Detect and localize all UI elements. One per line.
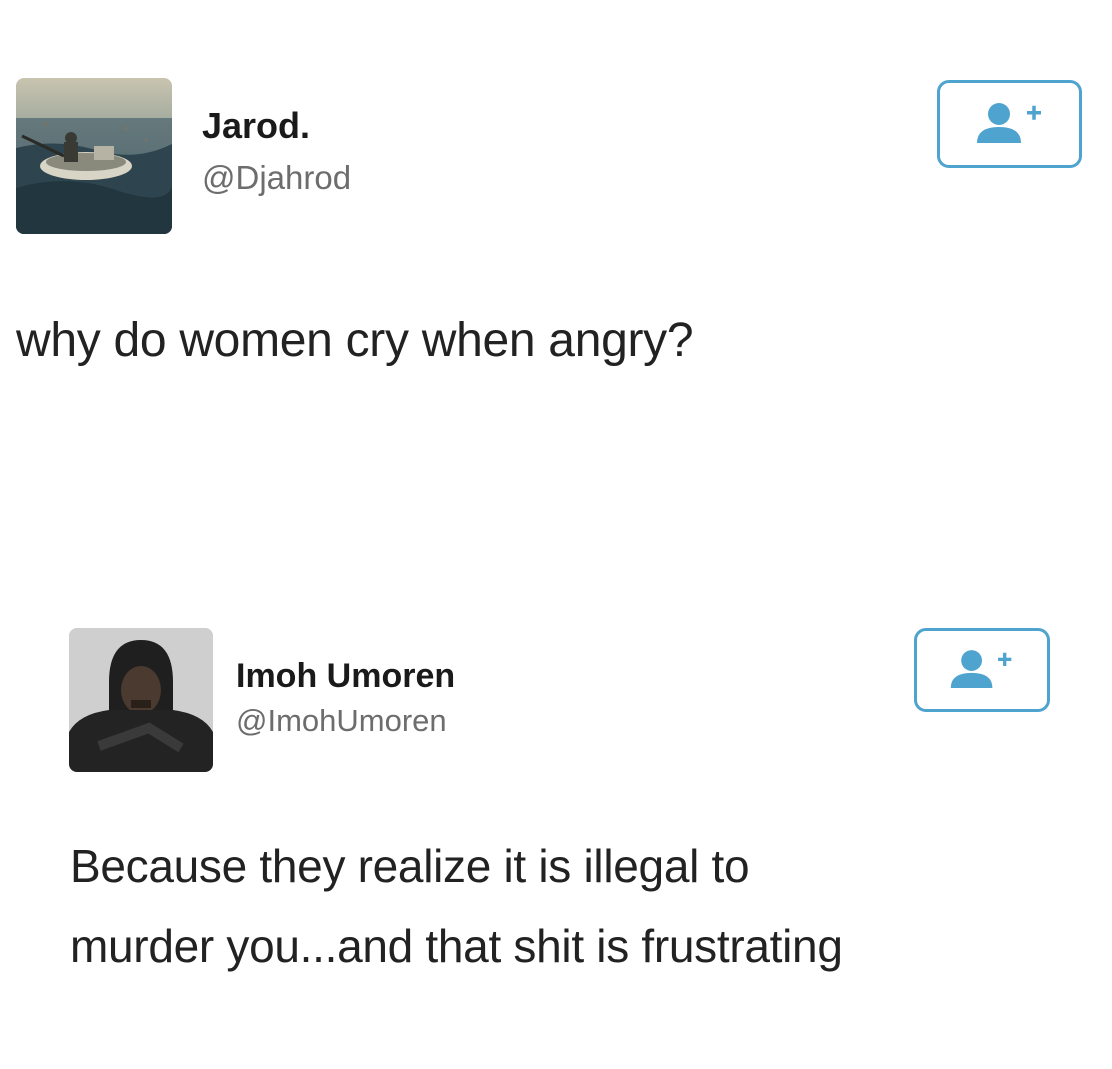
follow-button[interactable] xyxy=(937,80,1082,168)
user-handle[interactable]: @ImohUmoren xyxy=(236,702,447,740)
follow-button[interactable] xyxy=(914,628,1050,712)
tweet-text-line-2: murder you...and that shit is frustratin… xyxy=(70,920,843,972)
avatar[interactable] xyxy=(16,78,172,234)
display-name[interactable]: Imoh Umoren xyxy=(236,655,455,697)
add-user-icon xyxy=(976,103,1041,143)
add-user-icon xyxy=(950,650,1012,688)
person-photo-icon xyxy=(69,628,213,772)
tweet-text: why do women cry when angry? xyxy=(16,314,694,367)
tweet-text-line-1: Because they realize it is illegal to xyxy=(70,840,750,892)
avatar[interactable] xyxy=(69,628,213,772)
boat-photo-icon xyxy=(16,78,172,234)
user-handle[interactable]: @Djahrod xyxy=(202,158,351,198)
display-name[interactable]: Jarod. xyxy=(202,104,310,148)
